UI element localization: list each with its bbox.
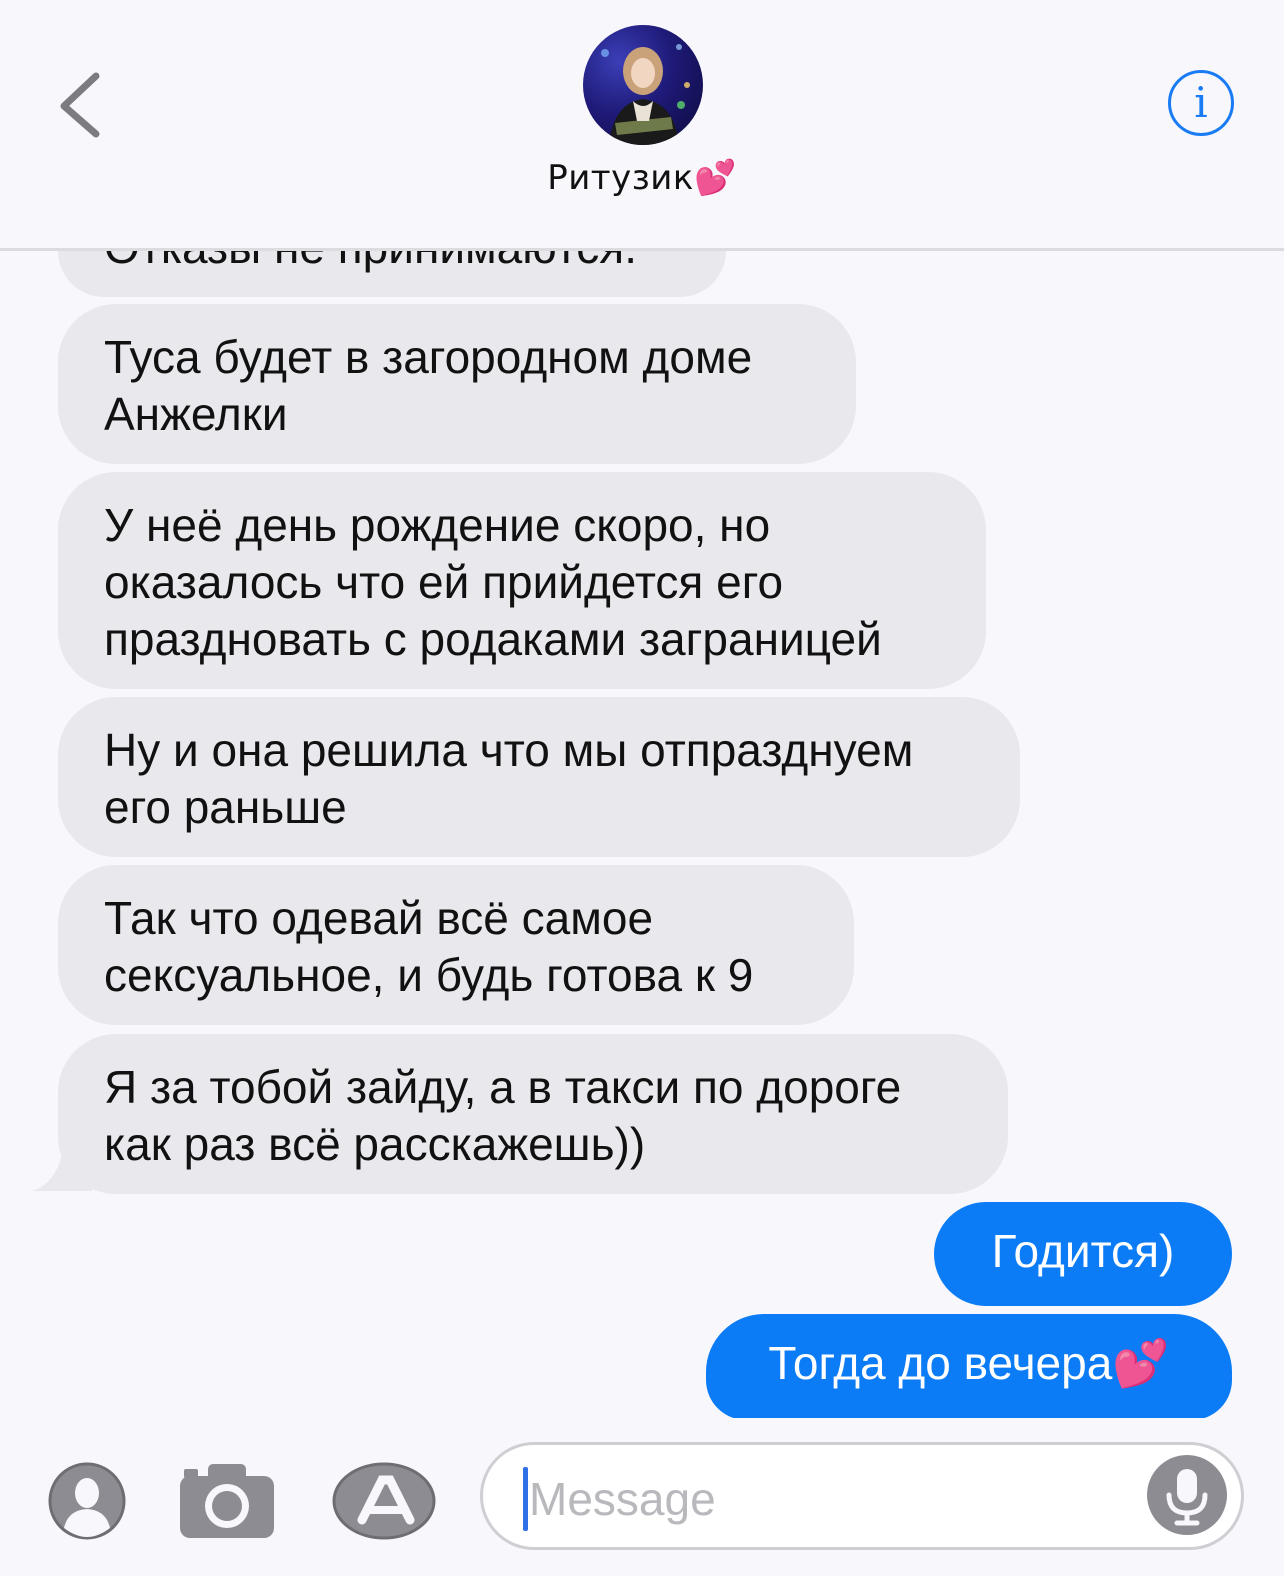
message-bubble-incoming[interactable]: Я за тобой зайду, а в такси по дороге ка… [58,1034,1008,1194]
info-button[interactable]: i [1168,70,1234,136]
message-text: У неё день рождение скоро, но оказалось … [104,499,882,665]
message-bubble-incoming[interactable]: Так что одевай всё самое сексуальное, и … [58,865,854,1025]
app-store-icon [332,1462,436,1540]
message-text: Туса будет в загородном доме Анжелки [104,331,753,440]
chevron-left-icon [60,72,100,138]
conversation-header: Ритузик💕 i [0,0,1284,251]
message-text: Так что одевай всё самое сексуальное, и … [104,892,754,1001]
contact-app-button[interactable] [48,1462,126,1540]
microphone-icon [1166,1469,1208,1526]
contact-name[interactable]: Ритузик💕 [0,158,1284,198]
camera-button[interactable] [178,1460,276,1540]
message-text: Я за тобой зайду, а в такси по дороге ка… [104,1061,902,1170]
message-text: Ну и она решила что мы отпразднуем его р… [104,724,914,833]
contact-icon [48,1462,126,1540]
dictation-button[interactable] [1147,1455,1227,1535]
avatar-photo [601,44,690,145]
message-bubble-outgoing[interactable]: Тогда до вечера💕 [706,1314,1232,1420]
message-input[interactable] [527,1463,1131,1535]
compose-bar [0,1418,1284,1576]
camera-icon [180,1464,274,1538]
message-bubble-incoming[interactable]: Ну и она решила что мы отпразднуем его р… [58,697,1020,857]
message-bubble-incoming[interactable]: Туса будет в загородном доме Анжелки [58,304,856,464]
back-button[interactable] [52,70,112,140]
info-icon: i [1194,78,1208,127]
avatar[interactable] [583,25,703,145]
message-bubble-outgoing[interactable]: Годится) [934,1202,1232,1306]
message-text: Тогда до вечера💕 [768,1337,1170,1389]
message-text: Годится) [991,1225,1175,1277]
message-bubble-incoming[interactable]: У неё день рождение скоро, но оказалось … [58,472,986,689]
message-field[interactable] [480,1442,1244,1550]
app-store-button[interactable] [332,1462,436,1540]
